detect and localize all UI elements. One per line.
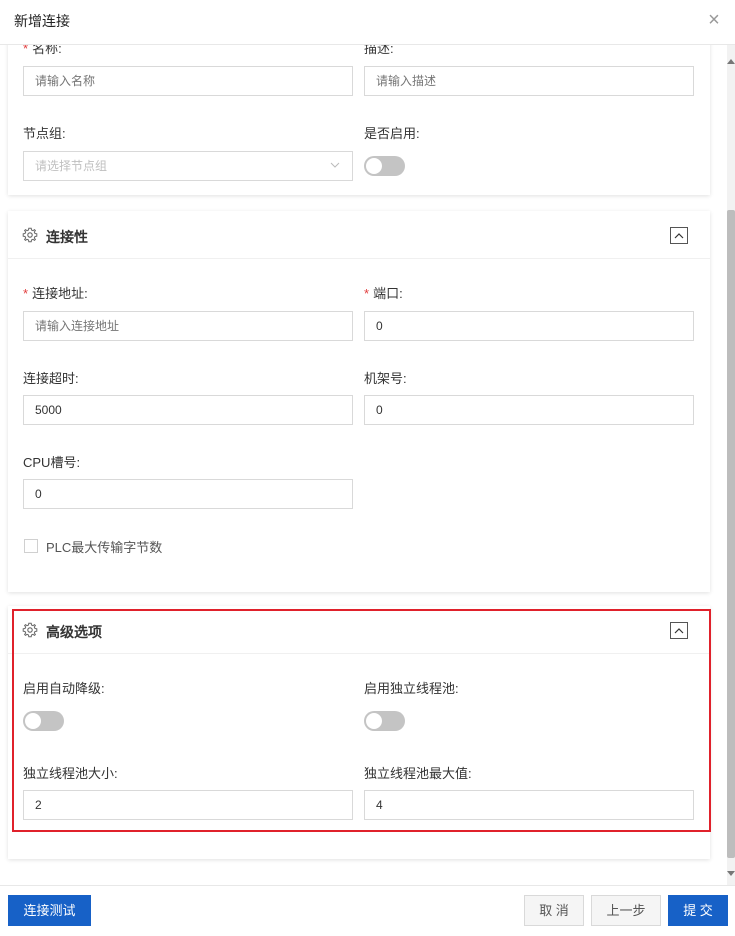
required-mark: * [23,45,29,56]
chevron-up-icon [674,628,684,634]
plc-max-label: PLC最大传输字节数 [46,540,163,555]
advanced-card: 高级选项 启用自动降级: 启用独立线程池: 独立线程池大小: 2 独立线程池最大… [8,606,710,859]
pool-size-label: 独立线程池大小: [23,766,118,781]
scroll-up-arrow[interactable] [727,58,735,66]
required-mark: * [23,286,29,301]
close-icon[interactable]: × [705,9,723,31]
toggle-knob [25,713,41,729]
plc-max-checkbox[interactable] [24,539,38,553]
gear-icon [22,227,38,243]
address-label: * 连接地址: [23,283,88,302]
basic-info-card: *名称: 描述: 节点组: 请选择节点组 是否启用: [8,45,710,195]
connectivity-collapse-button[interactable] [670,227,688,244]
advanced-header: 高级选项 [8,606,710,654]
cpu-slot-input[interactable]: 0 [23,479,353,509]
chevron-up-icon [674,233,684,239]
required-mark: * [364,286,370,301]
address-input[interactable] [23,311,353,341]
gear-icon [22,622,38,638]
name-label: * 名称: [23,45,62,57]
pool-max-input[interactable]: 4 [364,790,694,820]
own-pool-toggle[interactable] [364,711,405,731]
description-input[interactable] [364,66,694,96]
rack-input[interactable]: 0 [364,395,694,425]
toggle-knob [366,713,382,729]
port-label-text: 端口: [373,286,403,301]
previous-button[interactable]: 上一步 [591,895,661,926]
port-input[interactable]: 0 [364,311,694,341]
dialog-title: 新增连接 [14,13,70,29]
toggle-knob [366,158,382,174]
port-label: * 端口: [364,283,403,302]
timeout-input[interactable]: 5000 [23,395,353,425]
name-label-text: 名称: [32,45,62,56]
node-group-placeholder: 请选择节点组 [35,159,108,173]
dialog-footer: 连接测试 取 消 上一步 提 交 [0,885,735,936]
connectivity-header: 连接性 [8,211,710,259]
rack-label: 机架号: [364,371,407,386]
enabled-label: 是否启用: [364,126,420,141]
scroll-down-arrow[interactable] [727,870,735,878]
auto-degrade-toggle[interactable] [23,711,64,731]
pool-size-input[interactable]: 2 [23,790,353,820]
scrollbar-thumb[interactable] [727,210,735,858]
pool-max-label: 独立线程池最大值: [364,766,472,781]
own-pool-label: 启用独立线程池: [364,681,459,696]
node-group-select[interactable]: 请选择节点组 [23,151,353,181]
advanced-collapse-button[interactable] [670,622,688,639]
dialog-header: 新增连接 × [0,0,735,45]
cancel-button[interactable]: 取 消 [524,895,584,926]
enabled-toggle[interactable] [364,156,405,176]
connectivity-card: 连接性 *连接地址: *端口: 0 连接超时: 5000 机架号: 0 CPU槽… [8,211,710,592]
chevron-down-icon [330,162,340,168]
timeout-label: 连接超时: [23,371,79,386]
name-input[interactable] [23,66,353,96]
description-label: 描述: [364,45,394,56]
node-group-label: 节点组: [23,126,66,141]
dialog-body: *名称: 描述: 节点组: 请选择节点组 是否启用: 连接性 *连接地址: [0,45,735,885]
advanced-title: 高级选项 [46,624,102,640]
address-label-text: 连接地址: [32,286,88,301]
test-connection-button[interactable]: 连接测试 [8,895,91,926]
cpu-slot-label: CPU槽号: [23,455,81,470]
connectivity-title: 连接性 [46,229,88,245]
submit-button[interactable]: 提 交 [668,895,728,926]
auto-degrade-label: 启用自动降级: [23,681,105,696]
